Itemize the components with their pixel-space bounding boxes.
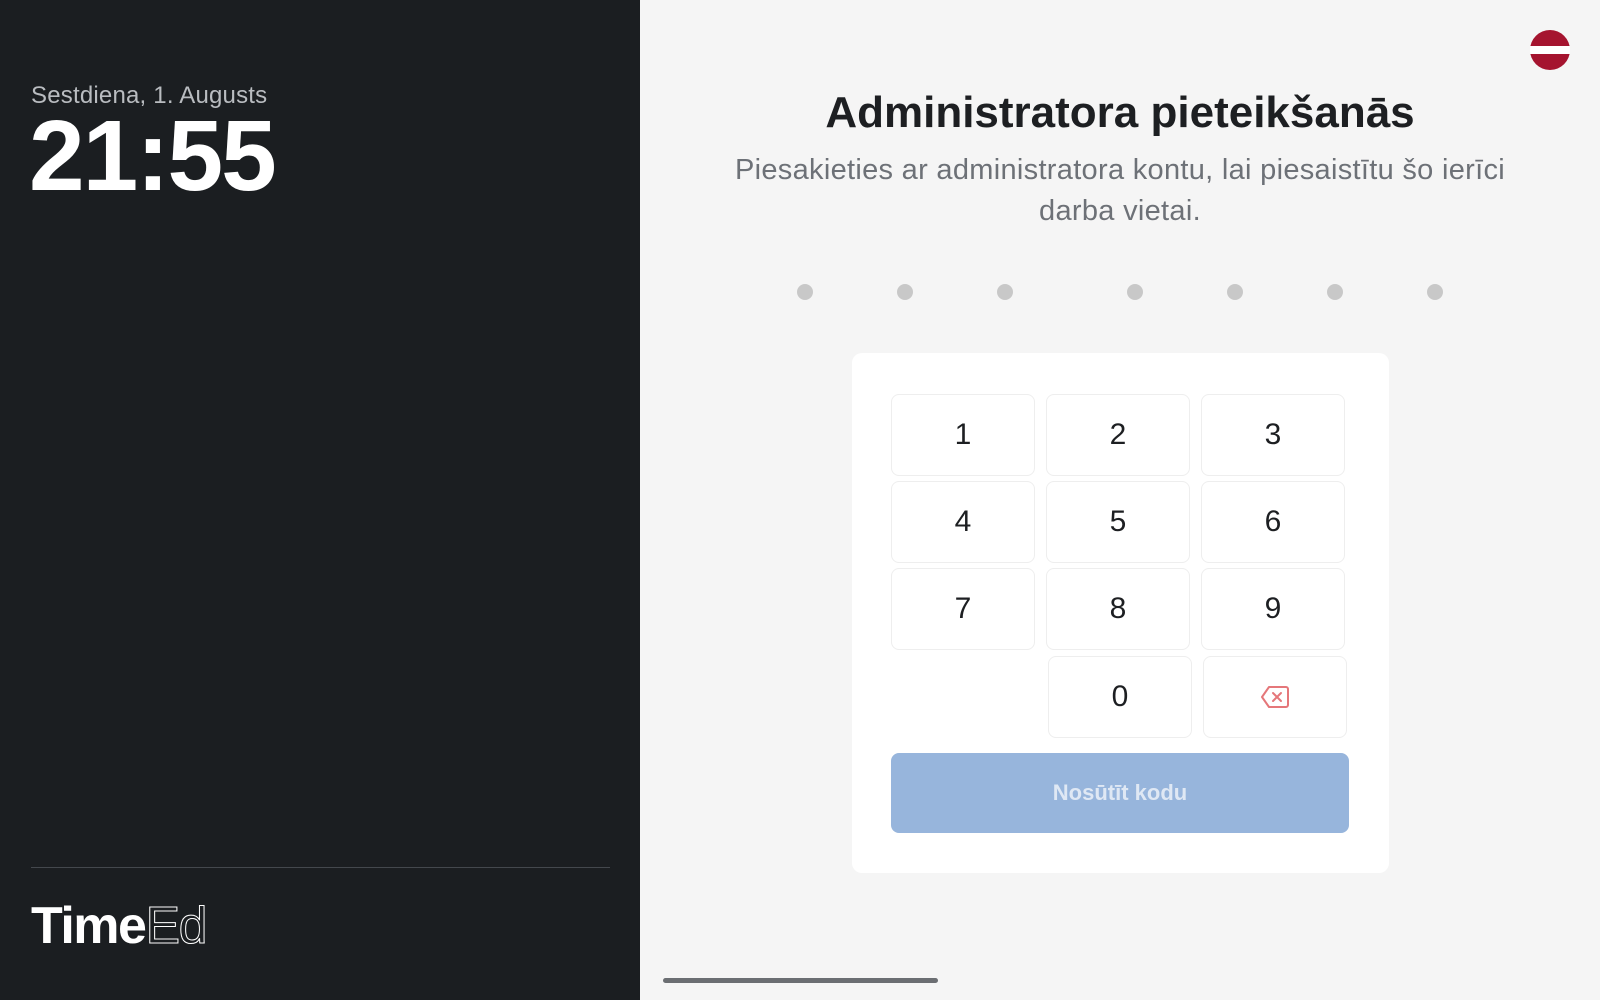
key-0[interactable]: 0 — [1048, 656, 1192, 738]
sidebar: Sestdiena, 1. Augusts 21:55 TimeEd — [0, 0, 640, 1000]
clock: 21:55 — [29, 100, 277, 212]
timeed-logo: TimeEd — [31, 897, 208, 955]
key-6[interactable]: 6 — [1201, 481, 1345, 563]
submit-code-button[interactable]: Nosūtīt kodu — [891, 753, 1349, 833]
home-indicator — [663, 978, 938, 983]
page-subtitle: Piesakieties ar administratora kontu, la… — [734, 154, 1505, 227]
code-dot — [797, 284, 813, 300]
key-7[interactable]: 7 — [891, 568, 1035, 650]
key-5[interactable]: 5 — [1046, 481, 1190, 563]
code-dot — [1327, 284, 1343, 300]
divider — [31, 867, 610, 868]
code-dot — [897, 284, 913, 300]
key-9[interactable]: 9 — [1201, 568, 1345, 650]
page-title: Administratora pieteikšanās — [825, 88, 1415, 137]
key-8[interactable]: 8 — [1046, 568, 1190, 650]
keypad: 1 2 3 4 5 6 7 8 9 0 Nosūtīt kodu — [852, 353, 1389, 873]
latvia-flag-icon[interactable] — [1530, 30, 1570, 70]
backspace-icon — [1261, 686, 1289, 708]
code-dot — [1127, 284, 1143, 300]
key-3[interactable]: 3 — [1201, 394, 1345, 476]
login-panel: Administratora pieteikšanās Piesakieties… — [640, 0, 1600, 1000]
key-4[interactable]: 4 — [891, 481, 1035, 563]
logo-thin: Ed — [145, 897, 208, 955]
code-dot — [997, 284, 1013, 300]
key-2[interactable]: 2 — [1046, 394, 1190, 476]
key-1[interactable]: 1 — [891, 394, 1035, 476]
code-dot — [1427, 284, 1443, 300]
logo-bold: Time — [31, 897, 147, 955]
backspace-button[interactable] — [1203, 656, 1347, 738]
code-dot — [1227, 284, 1243, 300]
